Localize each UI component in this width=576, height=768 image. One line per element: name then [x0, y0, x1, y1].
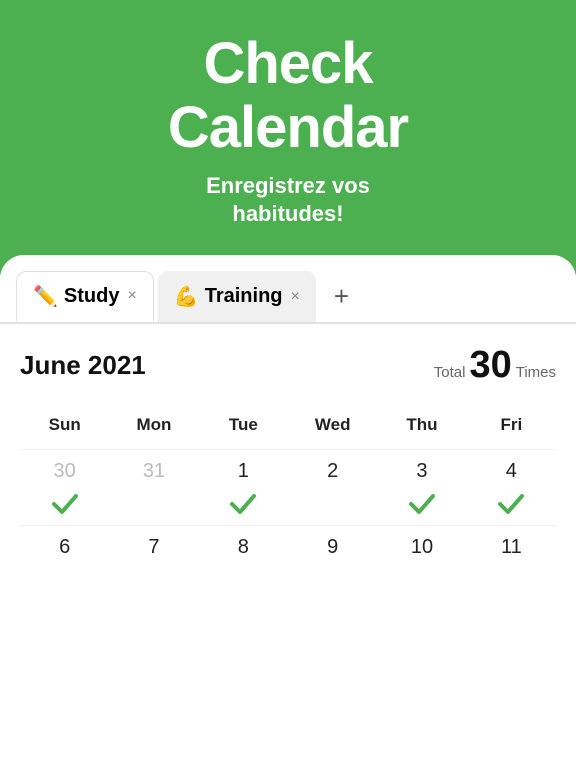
training-emoji: 💪 — [174, 284, 199, 309]
day-header-fri: Fri — [467, 407, 556, 449]
day-cell-10[interactable]: 10 — [377, 526, 466, 565]
day-cell-8[interactable]: 8 — [199, 526, 288, 565]
day-cell-7[interactable]: 7 — [109, 526, 198, 565]
day-cell-4[interactable]: 4 — [467, 450, 556, 525]
day-number: 8 — [203, 536, 284, 559]
month-title: June 2021 — [20, 350, 146, 381]
day-cell-9[interactable]: 9 — [288, 526, 377, 565]
calendar-header: June 2021 Total 30 Times — [20, 344, 556, 387]
checkmark-30 — [24, 487, 105, 519]
day-number: 3 — [381, 460, 462, 483]
day-cell-1[interactable]: 1 — [199, 450, 288, 525]
training-tab-label: Training — [205, 285, 283, 308]
header: Check Calendar Enregistrez vos habitudes… — [0, 0, 576, 257]
training-close-button[interactable]: × — [291, 288, 300, 306]
day-cell-11[interactable]: 11 — [467, 526, 556, 565]
day-number: 4 — [471, 460, 552, 483]
app-subtitle: Enregistrez vos habitudes! — [32, 172, 544, 229]
total-label: Total — [434, 364, 466, 381]
calendar-grid: Sun Mon Tue Wed Thu Fri 30 31 1 — [20, 407, 556, 565]
tabs-row: ✏️ Study × 💪 Training × + — [0, 255, 576, 322]
day-number: 9 — [292, 536, 373, 559]
day-cell-31[interactable]: 31 — [109, 450, 198, 525]
checkmark-3 — [381, 487, 462, 519]
day-cell-3[interactable]: 3 — [377, 450, 466, 525]
day-header-tue: Tue — [199, 407, 288, 449]
day-number: 10 — [381, 536, 462, 559]
checkmark-1 — [203, 487, 284, 519]
main-card: ✏️ Study × 💪 Training × + June 2021 Tota… — [0, 255, 576, 768]
day-header-mon: Mon — [109, 407, 198, 449]
day-number: 11 — [471, 536, 552, 559]
total-section: Total 30 Times — [434, 344, 556, 387]
checkmark-4 — [471, 487, 552, 519]
day-number: 1 — [203, 460, 284, 483]
day-number: 7 — [113, 536, 194, 559]
tab-study[interactable]: ✏️ Study × — [16, 271, 154, 322]
day-header-sun: Sun — [20, 407, 109, 449]
day-header-wed: Wed — [288, 407, 377, 449]
day-cell-30[interactable]: 30 — [20, 450, 109, 525]
day-number: 30 — [24, 460, 105, 483]
study-close-button[interactable]: × — [127, 287, 136, 305]
study-tab-label: Study — [64, 285, 120, 308]
day-cell-2[interactable]: 2 — [288, 450, 377, 525]
total-times: Times — [516, 364, 556, 381]
day-cell-6[interactable]: 6 — [20, 526, 109, 565]
day-number: 2 — [292, 460, 373, 483]
calendar: June 2021 Total 30 Times Sun Mon Tue Wed… — [0, 324, 576, 581]
study-emoji: ✏️ — [33, 284, 58, 309]
app-title: Check Calendar — [32, 32, 544, 160]
day-number: 6 — [24, 536, 105, 559]
total-number: 30 — [469, 344, 511, 387]
day-header-thu: Thu — [377, 407, 466, 449]
add-tab-button[interactable]: + — [320, 271, 363, 322]
tab-training[interactable]: 💪 Training × — [158, 271, 316, 322]
day-number: 31 — [113, 460, 194, 483]
